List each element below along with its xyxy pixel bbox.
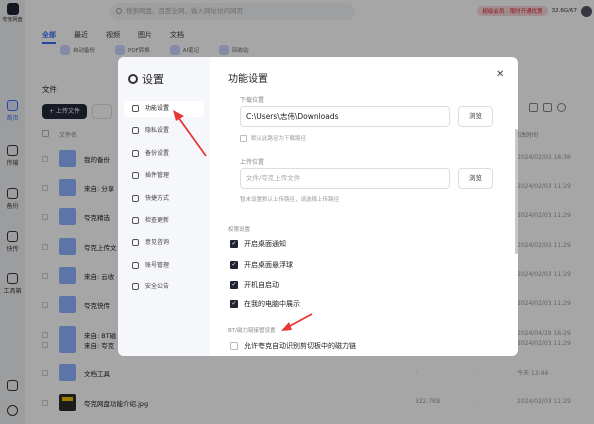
checkbox-checked[interactable]: ✓: [230, 261, 238, 269]
notice-icon: [132, 283, 139, 290]
menu-label: 隐私设置: [145, 127, 170, 134]
scrollbar[interactable]: [515, 129, 518, 254]
menu-item-account[interactable]: 账号管理: [124, 258, 204, 274]
plugin-icon: [132, 172, 139, 179]
option-label: 开机自启动: [244, 281, 279, 289]
download-label: 下载位置: [240, 97, 265, 104]
upload-hint: 暂未设置默认上传路径，请选择上传路径: [240, 195, 339, 203]
menu-label: 意见咨询: [145, 239, 170, 246]
option-float-ball[interactable]: ✓ 开启桌面悬浮球: [230, 260, 293, 270]
checkbox-checked[interactable]: ✓: [230, 300, 238, 308]
option-autostart[interactable]: ✓ 开机自启动: [230, 280, 279, 290]
menu-label: 插件管理: [145, 172, 170, 179]
update-icon: [132, 217, 139, 224]
option-label: 允许夸克自动识别剪切板中的磁力链: [244, 342, 356, 350]
dialog-title: 设置: [128, 71, 164, 87]
checkbox-checked[interactable]: ✓: [230, 281, 238, 289]
account-icon: [132, 262, 139, 269]
upload-hint-text: 暂未设置默认上传路径，请选择上传路径: [240, 197, 340, 203]
menu-label: 备份设置: [145, 150, 170, 157]
upload-location-label: 上传位置: [240, 159, 265, 166]
option-label: 开启桌面通知: [244, 240, 286, 248]
download-path-field[interactable]: C:\Users\志伟\Downloads: [240, 106, 450, 127]
menu-label: 账号管理: [145, 262, 170, 269]
download-browse-button[interactable]: 浏览: [458, 106, 493, 127]
menu-item-feedback[interactable]: 意见咨询: [124, 235, 204, 251]
bt-label: BT/磁力链接管设置: [228, 328, 276, 334]
menu-item-notice[interactable]: 安全公告: [124, 279, 204, 295]
menu-label: 检查更新: [145, 217, 170, 224]
menu-item-privacy[interactable]: 隐私设置: [124, 123, 204, 139]
default-download-checkbox[interactable]: [240, 134, 247, 142]
settings-dialog: 设置 功能设置 隐私设置 备份设置 插件管理 快捷方式 检查更新 意见咨询 账号…: [118, 57, 518, 356]
option-label: 在我的电脑中展示: [244, 300, 300, 308]
menu-item-update[interactable]: 检查更新: [124, 213, 204, 229]
default-download-text: 默认此路径为下载路径: [251, 136, 307, 142]
option-desktop-notify[interactable]: ✓ 开启桌面通知: [230, 239, 286, 249]
menu-item-function[interactable]: 功能设置: [124, 101, 204, 117]
option-show-in-computer[interactable]: ✓ 在我的电脑中展示: [230, 299, 300, 309]
sliders-icon: [132, 105, 139, 112]
option-label: 开启桌面悬浮球: [244, 261, 293, 269]
gear-icon: [128, 74, 138, 84]
menu-item-plugins[interactable]: 插件管理: [124, 168, 204, 184]
menu-label: 安全公告: [145, 283, 170, 290]
dialog-title-text: 设置: [142, 73, 164, 86]
shield-icon: [132, 127, 139, 134]
section-title: 功能设置: [228, 74, 268, 85]
settings-sidebar: 设置 功能设置 隐私设置 备份设置 插件管理 快捷方式 检查更新 意见咨询 账号…: [118, 57, 210, 356]
checkbox-unchecked[interactable]: [230, 342, 238, 350]
close-icon[interactable]: ✕: [496, 69, 504, 80]
checkbox-checked[interactable]: ✓: [230, 240, 238, 248]
menu-item-backup[interactable]: 备份设置: [124, 146, 204, 162]
default-download-option[interactable]: 默认此路径为下载路径: [240, 134, 306, 142]
feedback-icon: [132, 239, 139, 246]
menu-item-shortcut[interactable]: 快捷方式: [124, 191, 204, 207]
backup-icon: [132, 150, 139, 157]
permissions-label: 权限设置: [228, 227, 251, 233]
shortcut-icon: [132, 195, 139, 202]
option-bt-clipboard[interactable]: 允许夸克自动识别剪切板中的磁力链: [230, 341, 356, 351]
upload-browse-button[interactable]: 浏览: [458, 168, 493, 189]
menu-label: 快捷方式: [145, 195, 170, 202]
upload-path-field[interactable]: 文件/夸克上传文件: [240, 168, 450, 189]
menu-label: 功能设置: [145, 105, 170, 112]
